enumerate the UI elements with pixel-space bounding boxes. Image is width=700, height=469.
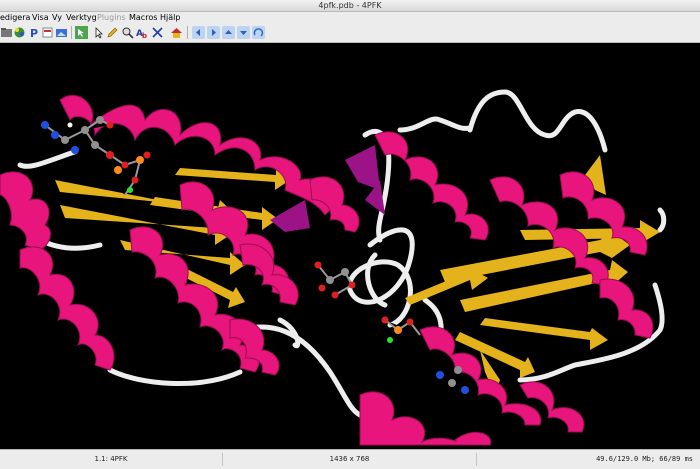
toolbar-separator xyxy=(71,26,72,39)
status-memory: 49.6/129.0 Mb; 66/89 ms xyxy=(596,455,693,463)
pointer-icon[interactable] xyxy=(92,26,105,39)
molecule-viewer[interactable] xyxy=(0,43,700,449)
rotate-icon[interactable] xyxy=(252,26,265,39)
measure-icon[interactable] xyxy=(151,26,164,39)
menu-vy[interactable]: Vy xyxy=(52,12,62,23)
menu-macros[interactable]: Macros xyxy=(129,12,157,23)
print-icon[interactable] xyxy=(41,26,54,39)
select-icon[interactable] xyxy=(75,26,88,39)
image-export-icon[interactable] xyxy=(55,26,68,39)
menu-bar: edigera Visa Vy Verktyg Plugins Macros H… xyxy=(0,12,700,23)
status-dimensions: 1436 x 768 xyxy=(223,453,477,466)
menu-edit[interactable]: edigera xyxy=(0,12,30,23)
status-model: 1.1: 4PFK xyxy=(0,453,223,466)
toolbar: P Ab xyxy=(0,23,700,43)
nav-down-icon[interactable] xyxy=(237,26,250,39)
pencil-icon[interactable] xyxy=(106,26,119,39)
molecule-icon[interactable] xyxy=(13,26,26,39)
window-title: 4pfk.pdb - 4PFK xyxy=(318,1,382,10)
nav-up-icon[interactable] xyxy=(222,26,235,39)
zoom-icon[interactable] xyxy=(121,26,134,39)
nav-right-icon[interactable] xyxy=(207,26,220,39)
label-icon[interactable]: Ab xyxy=(136,26,149,39)
menu-tools[interactable]: Verktyg xyxy=(66,12,97,23)
home-icon[interactable] xyxy=(170,26,183,39)
protein-ribbon-render[interactable] xyxy=(0,43,700,449)
title-bar: 4pfk.pdb - 4PFK xyxy=(0,0,700,12)
toolbar-separator xyxy=(187,26,188,39)
script-icon[interactable]: P xyxy=(27,26,40,39)
nav-left-icon[interactable] xyxy=(192,26,205,39)
status-bar: 1.1: 4PFK 1436 x 768 49.6/129.0 Mb; 66/8… xyxy=(0,449,700,469)
menu-plugins[interactable]: Plugins xyxy=(97,12,126,23)
svg-text:P: P xyxy=(30,27,38,39)
menu-help[interactable]: Hjälp xyxy=(160,12,180,23)
menu-view[interactable]: Visa xyxy=(32,12,49,23)
open-icon[interactable] xyxy=(0,26,13,39)
svg-text:b: b xyxy=(142,32,147,39)
